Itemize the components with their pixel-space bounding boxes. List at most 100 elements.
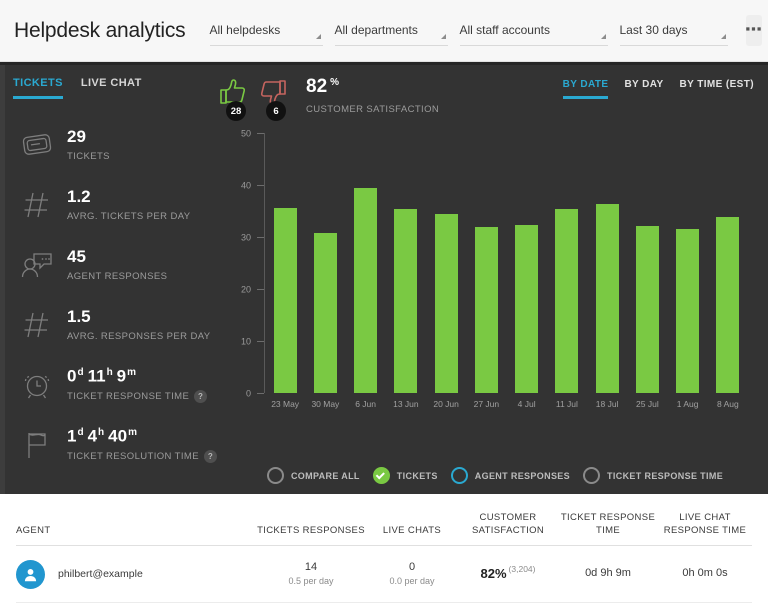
tab-tickets[interactable]: TICKETS	[13, 77, 63, 99]
chevron-down-icon	[440, 33, 446, 39]
y-axis-tick-label: 40	[240, 180, 251, 190]
filter-departments[interactable]: All departments	[334, 16, 448, 46]
bar-column[interactable]	[547, 133, 587, 393]
thumbs-up-count: 28	[226, 101, 246, 121]
metric-avg-responses-body: 1.5 AVRG. RESPONSES PER DAY	[59, 307, 210, 341]
metric-ticket-resolution-time-label: TICKET RESOLUTION TIME ?	[67, 450, 217, 464]
chart-panel: 28 6 82 % CUSTOMER SATISFACTION BY DATE …	[212, 65, 768, 494]
trt-days-unit: d	[77, 366, 84, 378]
ticket-icon	[15, 125, 59, 165]
bar-column[interactable]	[386, 133, 426, 393]
y-axis-tick-mark	[257, 237, 264, 238]
x-axis-tick-label: 18 Jul	[595, 399, 619, 409]
y-axis-tick: 40	[218, 180, 264, 190]
bar-column[interactable]	[346, 133, 386, 393]
y-axis-tick: 0	[218, 388, 264, 398]
chevron-down-icon	[600, 33, 606, 39]
chevron-down-icon	[720, 33, 726, 39]
bar-column[interactable]	[708, 133, 748, 393]
filter-date-range[interactable]: Last 30 days	[619, 16, 728, 46]
filter-staff-accounts-label: All staff accounts	[459, 23, 551, 37]
legend-check-icon[interactable]	[372, 467, 390, 484]
legend-circle-icon[interactable]	[450, 467, 468, 484]
legend-label: AGENT RESPONSES	[474, 470, 571, 481]
cell-tickets-responses: 14 0.5 per day	[256, 560, 366, 589]
bar-column[interactable]	[507, 133, 547, 393]
x-axis-tick-label: 1 Aug	[676, 399, 699, 409]
legend-label: TICKETS	[396, 470, 438, 481]
chart-bar[interactable]	[515, 225, 539, 393]
table-row[interactable]: philbert@example 14 0.5 per day 0 0.0 pe…	[16, 546, 752, 603]
bar-column[interactable]	[627, 133, 667, 393]
bar-column[interactable]	[587, 133, 627, 393]
metric-avg-tickets-label: AVRG. TICKETS PER DAY	[67, 211, 190, 222]
thumbs-down-count: 6	[266, 101, 286, 121]
bar-column[interactable]	[426, 133, 466, 393]
y-axis-tick-label: 10	[240, 336, 251, 346]
metric-tickets-value: 29	[67, 127, 86, 147]
column-header-tickets-responses: TICKETS RESPONSES	[257, 525, 365, 537]
legend-item[interactable]: TICKET RESPONSE TIME	[583, 467, 723, 484]
bar-column[interactable]	[466, 133, 506, 393]
chart-bar[interactable]	[354, 187, 378, 393]
metric-ticket-response-time-label-text: TICKET RESPONSE TIME	[67, 391, 190, 403]
chart-bar[interactable]	[313, 233, 337, 393]
bar-column[interactable]	[668, 133, 708, 393]
chart-bar[interactable]	[676, 229, 700, 393]
help-icon[interactable]: ?	[194, 390, 208, 404]
x-axis-tick-label: 8 Aug	[717, 399, 739, 409]
satisfaction-percent-unit: %	[330, 76, 340, 88]
y-axis-tick-mark	[257, 341, 264, 342]
chart-bar[interactable]	[635, 226, 659, 393]
metric-agent-responses: 45 AGENT RESPONSES	[5, 237, 212, 293]
trt-days: 0	[67, 366, 77, 386]
thumbs-up-group: 28	[218, 77, 254, 121]
y-axis-tick-label: 0	[245, 388, 251, 398]
tickets-responses-subvalue: 0.5 per day	[288, 576, 334, 587]
legend-item[interactable]: COMPARE ALL	[266, 467, 360, 484]
chart-bar[interactable]	[555, 208, 579, 393]
chart-bar[interactable]	[434, 213, 458, 393]
live-chats-subvalue: 0.0 per day	[389, 576, 435, 587]
filter-helpdesks-label: All helpdesks	[209, 23, 281, 37]
more-options-button[interactable]: ▪▪▪	[745, 15, 763, 46]
trst-days-unit: d	[77, 426, 84, 438]
filter-helpdesks[interactable]: All helpdesks	[209, 16, 323, 46]
y-axis-tick-label: 50	[240, 128, 251, 138]
legend-circle-icon[interactable]	[583, 467, 601, 484]
metric-avg-tickets-value: 1.2	[67, 187, 91, 207]
hash-icon	[15, 185, 59, 225]
metric-ticket-response-time-label: TICKET RESPONSE TIME ?	[67, 390, 208, 404]
live-chats-value: 0	[408, 560, 416, 573]
tab-by-time[interactable]: BY TIME (EST)	[680, 79, 754, 99]
chart-bar[interactable]	[394, 209, 418, 393]
flag-icon	[15, 425, 59, 465]
metric-tickets-body: 29 TICKETS	[59, 127, 110, 161]
metric-agent-responses-value: 45	[67, 247, 86, 267]
analytics-dark-panel: TICKETS LIVE CHAT 29 TICKETS 1.2 AVRG. T…	[0, 62, 768, 494]
x-axis-tick-label: 20 Jun	[433, 399, 459, 409]
chart-bar[interactable]	[595, 203, 619, 393]
legend-item[interactable]: AGENT RESPONSES	[450, 467, 571, 484]
legend-circle-icon[interactable]	[266, 467, 284, 484]
y-axis-tick: 10	[218, 336, 264, 346]
tab-by-date[interactable]: BY DATE	[562, 79, 609, 99]
metric-ticket-resolution-time-body: 1d 4h 40m TICKET RESOLUTION TIME ?	[59, 426, 217, 464]
tab-by-day[interactable]: BY DAY	[624, 79, 663, 99]
trst-mins-unit: m	[128, 426, 137, 438]
filter-staff-accounts[interactable]: All staff accounts	[459, 16, 608, 46]
cell-live-chat-response-time: 0h 0m 0s	[658, 566, 752, 582]
metric-ticket-response-time: 0d 11h 9m TICKET RESPONSE TIME ?	[5, 357, 212, 413]
agent-email: philbert@example	[58, 568, 143, 580]
chart-bar[interactable]	[273, 208, 297, 393]
chart-bar[interactable]	[474, 226, 498, 393]
channel-tabs: TICKETS LIVE CHAT	[5, 69, 212, 99]
tab-live-chat[interactable]: LIVE CHAT	[81, 77, 142, 99]
agent-chat-icon	[15, 245, 59, 285]
filter-departments-label: All departments	[334, 23, 418, 37]
legend-item[interactable]: TICKETS	[372, 467, 438, 484]
bar-column[interactable]	[305, 133, 345, 393]
chart-bar[interactable]	[716, 217, 740, 393]
bar-column[interactable]	[265, 133, 305, 393]
cell-live-chats: 0 0.0 per day	[366, 560, 458, 589]
